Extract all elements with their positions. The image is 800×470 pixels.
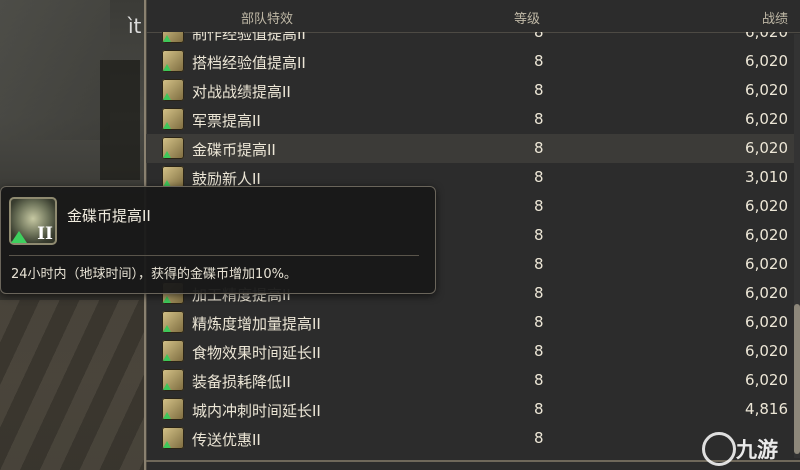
- effect-score: 6,020: [745, 255, 788, 273]
- effect-tooltip: II 金碟币提高II 24小时内（地球时间），获得的金碟币增加10%。: [0, 186, 436, 294]
- table-row[interactable]: 精炼度增加量提高II 8 6,020: [146, 308, 800, 337]
- table-row[interactable]: 食物效果时间延长II 8 6,020: [146, 337, 800, 366]
- effect-level: 8: [534, 32, 544, 41]
- wall-block: [0, 0, 110, 140]
- effect-score: 6,020: [745, 32, 788, 41]
- effect-score: 3,010: [745, 168, 788, 186]
- effect-level: 8: [534, 342, 544, 360]
- tooltip-description: 24小时内（地球时间），获得的金碟币增加10%。: [11, 267, 297, 282]
- effect-score: 6,020: [745, 284, 788, 302]
- effect-name: 制作经验值提高II: [192, 32, 306, 43]
- wall-shadow: [100, 60, 140, 180]
- column-header-effect[interactable]: 部队特效: [241, 8, 293, 27]
- effect-name: 传送优惠II: [192, 431, 261, 449]
- effect-level: 8: [534, 168, 544, 186]
- effect-name: 军票提高II: [192, 112, 261, 130]
- effect-level: 8: [534, 110, 544, 128]
- table-row[interactable]: 装备损耗降低II 8 6,020: [146, 366, 800, 395]
- effect-score: 6,020: [745, 139, 788, 157]
- effect-score: 6,020: [745, 81, 788, 99]
- table-row[interactable]: 城内冲刺时间延长II 8 4,816: [146, 395, 800, 424]
- food-icon: [162, 340, 184, 362]
- table-row[interactable]: 对战战绩提高II 8 6,020: [146, 76, 800, 105]
- rank-numeral: II: [37, 224, 53, 244]
- effect-level: 8: [534, 313, 544, 331]
- effect-level: 8: [534, 429, 544, 447]
- scrollbar[interactable]: [794, 34, 800, 458]
- effect-level: 8: [534, 52, 544, 70]
- effect-name: 装备损耗降低II: [192, 373, 291, 391]
- watermark: 九游: [702, 432, 792, 466]
- effect-score: 6,020: [745, 342, 788, 360]
- effect-score: 6,020: [745, 110, 788, 128]
- column-header-level[interactable]: 等级: [514, 8, 540, 27]
- scrollbar-thumb[interactable]: [794, 304, 800, 454]
- effect-level: 8: [534, 197, 544, 215]
- table-row[interactable]: 制作经验值提高II 8 6,020: [146, 32, 800, 47]
- effect-level: 8: [534, 139, 544, 157]
- seal-icon: [162, 108, 184, 130]
- partner-exp-icon: [162, 50, 184, 72]
- mgp-coin-icon: II: [9, 197, 57, 245]
- effect-level: 8: [534, 371, 544, 389]
- craft-exp-icon: [162, 32, 184, 43]
- table-row[interactable]: 搭档经验值提高II 8 6,020: [146, 47, 800, 76]
- effect-level: 8: [534, 400, 544, 418]
- effect-name: 对战战绩提高II: [192, 83, 291, 101]
- up-arrow-icon: [11, 231, 27, 243]
- sprint-icon: [162, 398, 184, 420]
- effect-level: 8: [534, 255, 544, 273]
- tooltip-title: 金碟币提高II: [67, 207, 151, 225]
- effect-level: 8: [534, 284, 544, 302]
- effect-score: 6,020: [745, 313, 788, 331]
- newbie-icon: [162, 166, 184, 188]
- gear-wear-icon: [162, 369, 184, 391]
- tooltip-divider: [9, 255, 419, 256]
- pvp-record-icon: [162, 79, 184, 101]
- effect-score: 4,816: [745, 400, 788, 418]
- background-text-fragment: ìt: [128, 14, 142, 38]
- watermark-text: 九游: [736, 438, 778, 462]
- stone-floor: [0, 300, 146, 470]
- effect-score: 6,020: [745, 197, 788, 215]
- mgp-icon: [162, 137, 184, 159]
- watermark-logo-icon: [702, 432, 736, 466]
- effect-score: 6,020: [745, 52, 788, 70]
- effect-level: 8: [534, 81, 544, 99]
- table-header: 部队特效 等级 战绩: [146, 0, 800, 33]
- spiritbond-icon: [162, 311, 184, 333]
- effect-score: 6,020: [745, 226, 788, 244]
- effect-name: 金碟币提高II: [192, 141, 276, 159]
- effect-name: 精炼度增加量提高II: [192, 315, 321, 333]
- effect-name: 食物效果时间延长II: [192, 344, 321, 362]
- effect-name: 城内冲刺时间延长II: [192, 402, 321, 420]
- effect-name: 搭档经验值提高II: [192, 54, 306, 72]
- effect-score: 6,020: [745, 371, 788, 389]
- table-row[interactable]: 军票提高II 8 6,020: [146, 105, 800, 134]
- teleport-icon: [162, 427, 184, 449]
- table-row-selected[interactable]: 金碟币提高II 8 6,020: [146, 134, 800, 163]
- effect-level: 8: [534, 226, 544, 244]
- column-header-score[interactable]: 战绩: [762, 8, 788, 27]
